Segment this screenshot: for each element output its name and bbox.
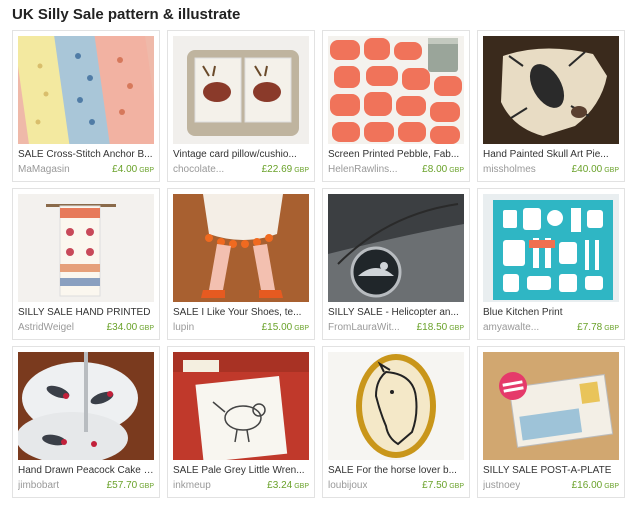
shop-name[interactable]: chocolate... — [173, 164, 224, 176]
listing-card[interactable]: SILLY SALE HAND PRINTED AstridWeigel £34… — [12, 188, 160, 340]
listing-card[interactable]: Hand Painted Skull Art Pie... missholmes… — [477, 30, 625, 182]
listing-title[interactable]: SALE Cross-Stitch Anchor B... — [18, 149, 154, 161]
listing-title[interactable]: Hand Drawn Peacock Cake St... — [18, 465, 154, 477]
listing-price: £22.69 — [261, 164, 293, 175]
listing-image-orange-pebble-fabric[interactable] — [328, 36, 464, 144]
listing-card[interactable]: SALE Pale Grey Little Wren... inkmeup £3… — [167, 346, 315, 498]
shop-name[interactable]: loubijoux — [328, 480, 367, 492]
listing-title[interactable]: SILLY SALE HAND PRINTED — [18, 307, 154, 319]
currency-code: GBP — [604, 483, 619, 490]
listing-card[interactable]: SILLY SALE - Helicopter an... FromLauraW… — [322, 188, 470, 340]
shop-name[interactable]: justnoey — [483, 480, 520, 492]
listing-price: £7.50 — [422, 480, 448, 491]
listing-card[interactable]: Blue Kitchen Print amyawalte... £7.78 GBP — [477, 188, 625, 340]
shop-name[interactable]: jimbobart — [18, 480, 59, 492]
listing-card[interactable]: SALE Cross-Stitch Anchor B... MaMagasin … — [12, 30, 160, 182]
shop-name[interactable]: FromLauraWit... — [328, 322, 400, 334]
shop-name[interactable]: missholmes — [483, 164, 536, 176]
listing-price: £7.78 — [577, 322, 603, 333]
listing-title[interactable]: SALE Pale Grey Little Wren... — [173, 465, 309, 477]
currency-code: GBP — [139, 167, 154, 174]
listing-price: £8.00 — [422, 164, 448, 175]
listing-image-felt-shoes[interactable] — [173, 194, 309, 302]
currency-code: GBP — [604, 167, 619, 174]
shop-name[interactable]: HelenRawlins... — [328, 164, 397, 176]
listing-title[interactable]: SILLY SALE - Helicopter an... — [328, 307, 464, 319]
listing-image-anchor-tea-towels[interactable] — [18, 36, 154, 144]
listing-title[interactable]: SALE For the horse lover b... — [328, 465, 464, 477]
listing-card[interactable]: Hand Drawn Peacock Cake St... jimbobart … — [12, 346, 160, 498]
treasury-grid: SALE Cross-Stitch Anchor B... MaMagasin … — [12, 30, 625, 498]
currency-code: GBP — [294, 325, 309, 332]
listing-image-post-a-plate[interactable] — [483, 352, 619, 460]
currency-code: GBP — [139, 325, 154, 332]
shop-name[interactable]: AstridWeigel — [18, 322, 74, 334]
listing-card[interactable]: SILLY SALE POST-A-PLATE justnoey £16.00 G… — [477, 346, 625, 498]
listing-card[interactable]: Vintage card pillow/cushio... chocolate.… — [167, 30, 315, 182]
listing-image-blue-kitchen-print[interactable] — [483, 194, 619, 302]
listing-price: £16.00 — [571, 480, 603, 491]
listing-price: £40.00 — [571, 164, 603, 175]
currency-code: GBP — [294, 167, 309, 174]
shop-name[interactable]: amyawalte... — [483, 322, 539, 334]
currency-code: GBP — [294, 483, 309, 490]
listing-price: £4.00 — [112, 164, 138, 175]
currency-code: GBP — [604, 325, 619, 332]
listing-image-painted-skull[interactable] — [483, 36, 619, 144]
listing-image-peacock-cake-stand[interactable] — [18, 352, 154, 460]
listing-price: £57.70 — [106, 480, 138, 491]
listing-card[interactable]: SALE I Like Your Shoes, te... lupin £15.… — [167, 188, 315, 340]
listing-price: £3.24 — [267, 480, 293, 491]
listing-title[interactable]: Blue Kitchen Print — [483, 307, 619, 319]
listing-price: £34.00 — [106, 322, 138, 333]
currency-code: GBP — [449, 167, 464, 174]
listing-image-helicopter-pendant[interactable] — [328, 194, 464, 302]
listing-image-horse-cameo[interactable] — [328, 352, 464, 460]
listing-title[interactable]: Vintage card pillow/cushio... — [173, 149, 309, 161]
currency-code: GBP — [139, 483, 154, 490]
listing-card[interactable]: Screen Printed Pebble, Fab... HelenRawli… — [322, 30, 470, 182]
listing-title[interactable]: Screen Printed Pebble, Fab... — [328, 149, 464, 161]
currency-code: GBP — [449, 483, 464, 490]
page-title: UK Silly Sale pattern & illustrate — [12, 6, 241, 23]
listing-title[interactable]: SILLY SALE POST-A-PLATE — [483, 465, 619, 477]
listing-title[interactable]: SALE I Like Your Shoes, te... — [173, 307, 309, 319]
shop-name[interactable]: lupin — [173, 322, 194, 334]
listing-title[interactable]: Hand Painted Skull Art Pie... — [483, 149, 619, 161]
listing-image-stag-card-pillow[interactable] — [173, 36, 309, 144]
listing-image-wren-print[interactable] — [173, 352, 309, 460]
listing-price: £18.50 — [416, 322, 448, 333]
shop-name[interactable]: MaMagasin — [18, 164, 70, 176]
listing-image-printed-wall-hanging[interactable] — [18, 194, 154, 302]
listing-card[interactable]: SALE For the horse lover b... loubijoux … — [322, 346, 470, 498]
listing-price: £15.00 — [261, 322, 293, 333]
currency-code: GBP — [449, 325, 464, 332]
shop-name[interactable]: inkmeup — [173, 480, 211, 492]
